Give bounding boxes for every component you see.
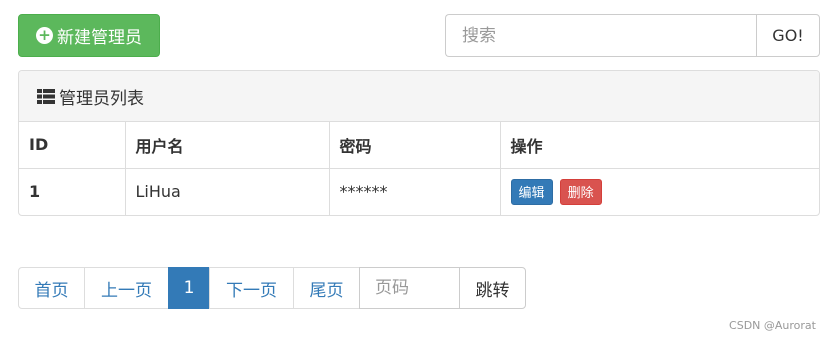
page-first[interactable]: 首页 <box>18 267 85 309</box>
watermark: CSDN @Aurorat <box>729 319 816 332</box>
delete-button[interactable]: 删除 <box>559 178 602 205</box>
page-prev[interactable]: 上一页 <box>84 267 169 309</box>
panel-heading: 管理员列表 <box>19 71 819 122</box>
column-header-id: ID <box>19 122 126 169</box>
new-admin-button[interactable]: + 新建管理员 <box>18 14 160 57</box>
column-header-username: 用户名 <box>125 122 330 169</box>
admin-table: ID 用户名 密码 操作 1 LiHua ****** 编辑 删除 <box>19 122 819 215</box>
plus-circle-icon: + <box>36 27 53 44</box>
cell-password: ****** <box>329 168 501 215</box>
cell-id: 1 <box>19 168 126 215</box>
panel-title: 管理员列表 <box>59 88 144 109</box>
cell-actions: 编辑 删除 <box>500 168 819 215</box>
list-icon <box>37 88 55 104</box>
page-number-input[interactable] <box>359 267 460 309</box>
cell-username: LiHua <box>125 168 330 215</box>
page-jump-button[interactable]: 跳转 <box>459 267 526 309</box>
page-current[interactable]: 1 <box>168 267 210 309</box>
new-admin-label: 新建管理员 <box>57 28 142 48</box>
edit-button[interactable]: 编辑 <box>510 178 553 205</box>
pagination: 首页 上一页 1 下一页 尾页 跳转 <box>18 267 526 309</box>
search-input[interactable] <box>445 14 756 57</box>
page-last[interactable]: 尾页 <box>293 267 360 309</box>
column-header-actions: 操作 <box>500 122 819 169</box>
admin-list-panel: 管理员列表 ID 用户名 密码 操作 1 LiHua ****** 编辑 删除 <box>18 70 820 216</box>
search-group: GO! <box>445 14 820 57</box>
page-next[interactable]: 下一页 <box>209 267 294 309</box>
table-row: 1 LiHua ****** 编辑 删除 <box>19 168 819 215</box>
column-header-password: 密码 <box>329 122 501 169</box>
table-header-row: ID 用户名 密码 操作 <box>19 122 819 169</box>
search-go-button[interactable]: GO! <box>756 14 820 57</box>
